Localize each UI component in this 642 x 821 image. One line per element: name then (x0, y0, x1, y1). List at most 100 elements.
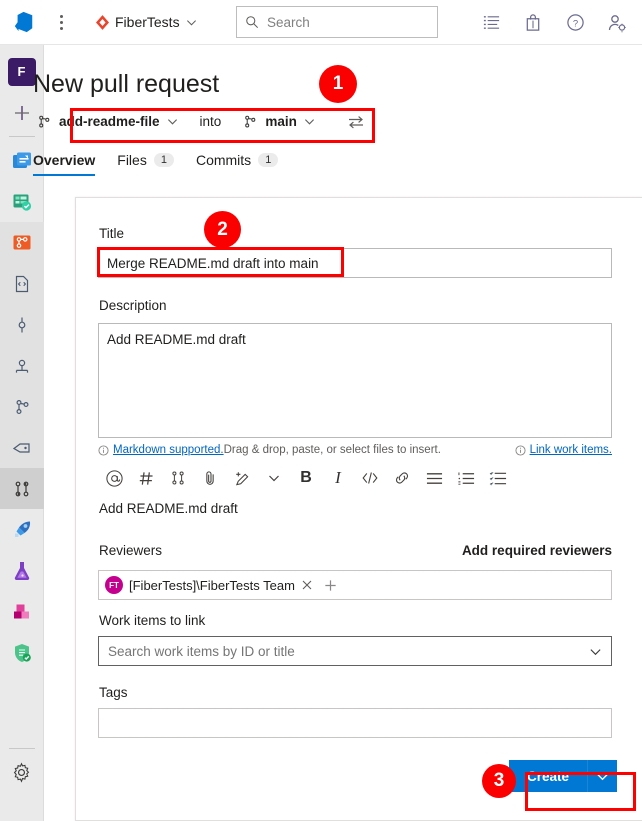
rail-divider (8, 136, 35, 137)
search-placeholder: Search (267, 14, 310, 30)
chevron-down-icon (167, 116, 178, 127)
source-branch-selector[interactable]: add-readme-file (31, 110, 184, 133)
header-icon-group: ? (480, 0, 636, 45)
add-required-reviewers-button[interactable]: Add required reviewers (462, 543, 612, 558)
search-input[interactable]: Search (236, 6, 438, 38)
close-icon[interactable] (301, 579, 317, 591)
tab-overview-label: Overview (33, 152, 96, 168)
tab-commits-label: Commits (195, 152, 252, 168)
tab-commits[interactable]: Commits 1 (195, 152, 279, 176)
sidebar-item-boards[interactable] (0, 181, 44, 222)
tags-label: Tags (99, 685, 128, 700)
sidebar-item-repos[interactable] (0, 222, 44, 263)
tab-commits-count: 1 (258, 153, 279, 167)
reviewers-label: Reviewers (99, 543, 163, 558)
pull-request-link-icon[interactable] (162, 464, 194, 492)
annotation-badge-1: 1 (319, 65, 357, 103)
title-input[interactable] (98, 248, 612, 278)
attach-file-icon[interactable] (194, 464, 226, 492)
overview-icon (10, 149, 34, 173)
user-settings-icon[interactable] (606, 12, 628, 34)
link-work-items-link[interactable]: Link work items. (530, 444, 612, 456)
tab-overview[interactable]: Overview (33, 152, 96, 176)
description-preview-text: Add README.md draft (99, 501, 238, 516)
info-icon (515, 444, 526, 456)
markdown-supported-link[interactable]: Markdown supported. (113, 444, 224, 456)
marketplace-bag-icon[interactable] (522, 12, 544, 34)
sidebar-item-pull-requests[interactable] (0, 468, 44, 509)
sidebar-item-pipelines[interactable] (0, 509, 44, 550)
project-diamond-icon (96, 14, 109, 30)
chevron-down-icon (186, 17, 197, 28)
bold-icon[interactable]: B (290, 464, 322, 492)
info-icon (98, 444, 109, 456)
help-circle-icon[interactable]: ? (564, 12, 586, 34)
pushes-icon (12, 356, 32, 376)
format-toolbar: B I (98, 464, 612, 492)
page-title: New pull request (33, 70, 220, 98)
work-items-input[interactable]: Search work items by ID or title (98, 636, 612, 666)
reviewer-chip[interactable]: FT [FiberTests]\FiberTests Team (103, 576, 319, 594)
code-icon[interactable] (354, 464, 386, 492)
repos-icon (10, 231, 34, 255)
mention-icon[interactable] (98, 464, 130, 492)
add-reviewer-button[interactable] (323, 578, 343, 593)
project-selector[interactable]: FiberTests (92, 7, 201, 37)
chevron-down-icon (304, 116, 315, 127)
highlight-chevron-icon[interactable] (258, 464, 290, 492)
annotation-badge-2: 2 (204, 211, 241, 248)
sidebar-item-artifacts[interactable] (0, 591, 44, 632)
pipelines-rocket-icon (10, 518, 34, 542)
sidebar-item-project-settings[interactable] (0, 752, 44, 793)
target-branch-selector[interactable]: main (237, 110, 321, 133)
work-items-icon[interactable] (480, 12, 502, 34)
sidebar-item-branches[interactable] (0, 386, 44, 427)
branch-icon (243, 114, 258, 129)
markdown-hint-row: Markdown supported. Drag & drop, paste, … (98, 444, 612, 456)
sidebar-item-commits[interactable] (0, 304, 44, 345)
swap-branches-icon[interactable] (345, 111, 367, 133)
sidebar-item-test-plans[interactable] (0, 550, 44, 591)
sidebar-item-advanced-security[interactable] (0, 632, 44, 673)
create-dropdown-chevron-icon[interactable] (587, 760, 618, 792)
chevron-down-icon[interactable] (589, 645, 602, 658)
more-vertical-icon[interactable] (48, 7, 74, 37)
dot (59, 26, 63, 30)
link-work-items-row: Link work items. (515, 444, 612, 456)
highlight-pen-icon[interactable] (226, 464, 258, 492)
branch-selector-bar: add-readme-file into main (31, 110, 367, 133)
shield-check-icon (10, 641, 34, 665)
branch-icon (37, 114, 52, 129)
into-label: into (199, 114, 222, 129)
create-button[interactable]: Create (509, 760, 588, 792)
heading-hash-icon[interactable] (130, 464, 162, 492)
project-name: FiberTests (115, 14, 180, 30)
project-avatar-initial: F (7, 57, 36, 86)
tab-files-count: 1 (153, 153, 174, 167)
test-plans-flask-icon (10, 559, 34, 583)
sidebar-item-files[interactable] (0, 263, 44, 304)
task-list-icon[interactable] (482, 464, 514, 492)
insert-link-icon[interactable] (386, 464, 418, 492)
plus-icon (12, 103, 32, 123)
source-branch-name: add-readme-file (59, 114, 160, 129)
tags-input[interactable] (98, 708, 612, 738)
files-icon (12, 274, 32, 294)
pr-form-card: Title Description Add README.md draft Ma… (75, 197, 642, 821)
sidebar-item-pushes[interactable] (0, 345, 44, 386)
tab-files[interactable]: Files 1 (117, 152, 174, 176)
azure-devops-logo-icon[interactable] (4, 11, 44, 33)
description-textarea[interactable]: Add README.md draft (98, 323, 612, 438)
description-label: Description (99, 298, 167, 313)
reviewers-input[interactable]: FT [FiberTests]\FiberTests Team (98, 570, 612, 600)
sidebar-item-tags[interactable] (0, 427, 44, 468)
bulleted-list-icon[interactable] (418, 464, 450, 492)
reviewers-row: Reviewers Add required reviewers (99, 543, 612, 558)
numbered-list-icon[interactable] (450, 464, 482, 492)
branches-icon (12, 397, 32, 417)
svg-text:?: ? (572, 18, 577, 29)
target-branch-name: main (265, 114, 297, 129)
repos-section (0, 222, 44, 509)
italic-icon[interactable]: I (322, 464, 354, 492)
tab-files-label: Files (117, 152, 147, 168)
